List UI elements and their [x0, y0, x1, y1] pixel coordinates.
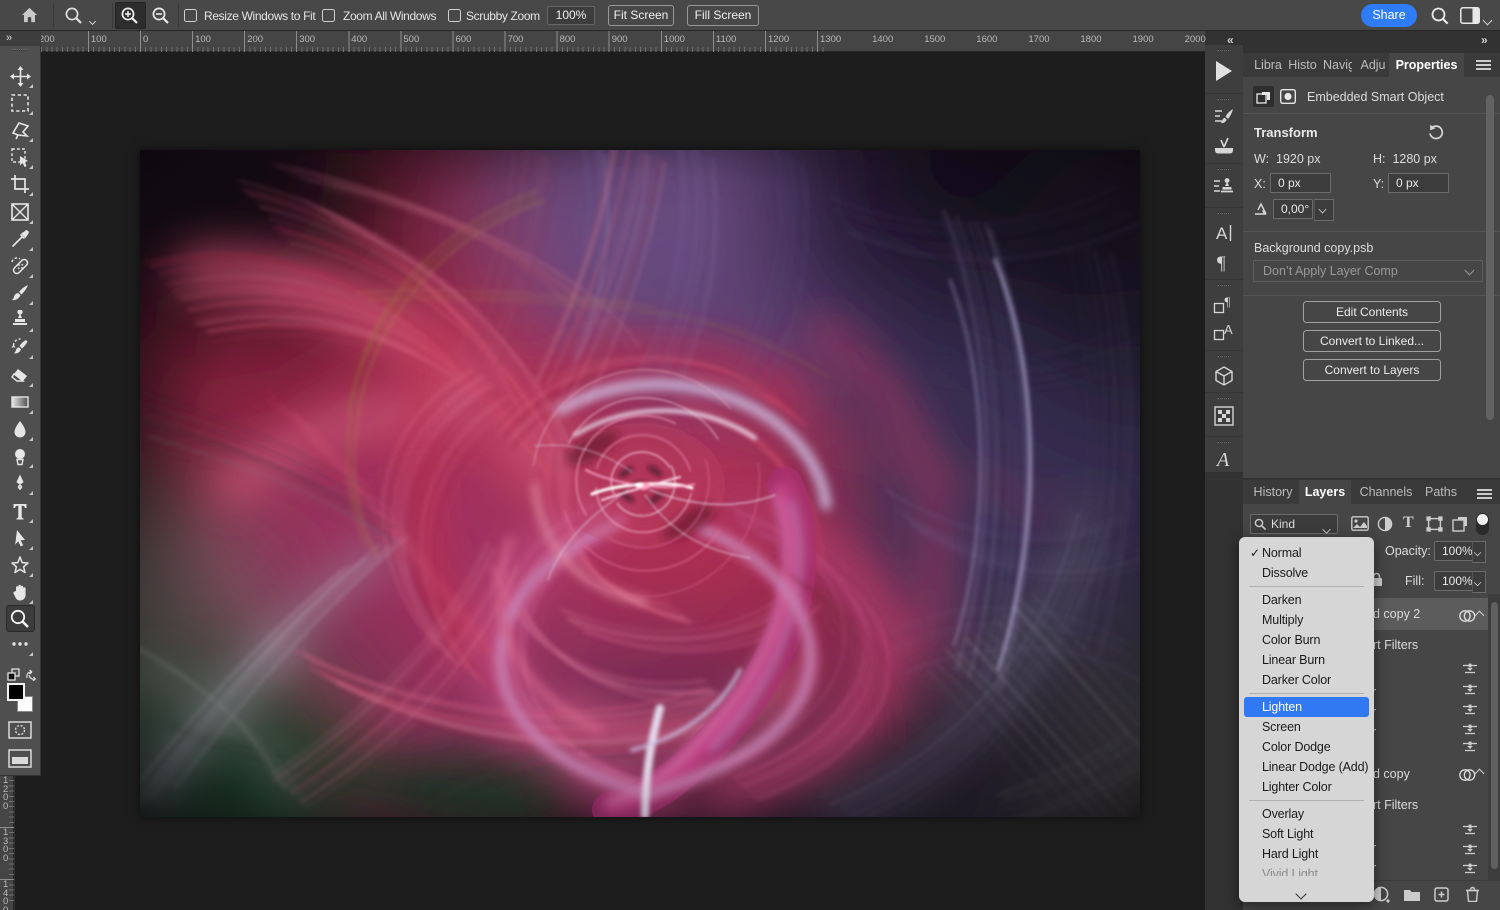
svg-text:A: A — [1216, 224, 1228, 243]
svg-text:¶: ¶ — [1217, 253, 1226, 273]
svg-text:A: A — [1215, 449, 1230, 470]
svg-text:A: A — [1224, 322, 1233, 337]
svg-text:¶: ¶ — [1225, 294, 1231, 309]
